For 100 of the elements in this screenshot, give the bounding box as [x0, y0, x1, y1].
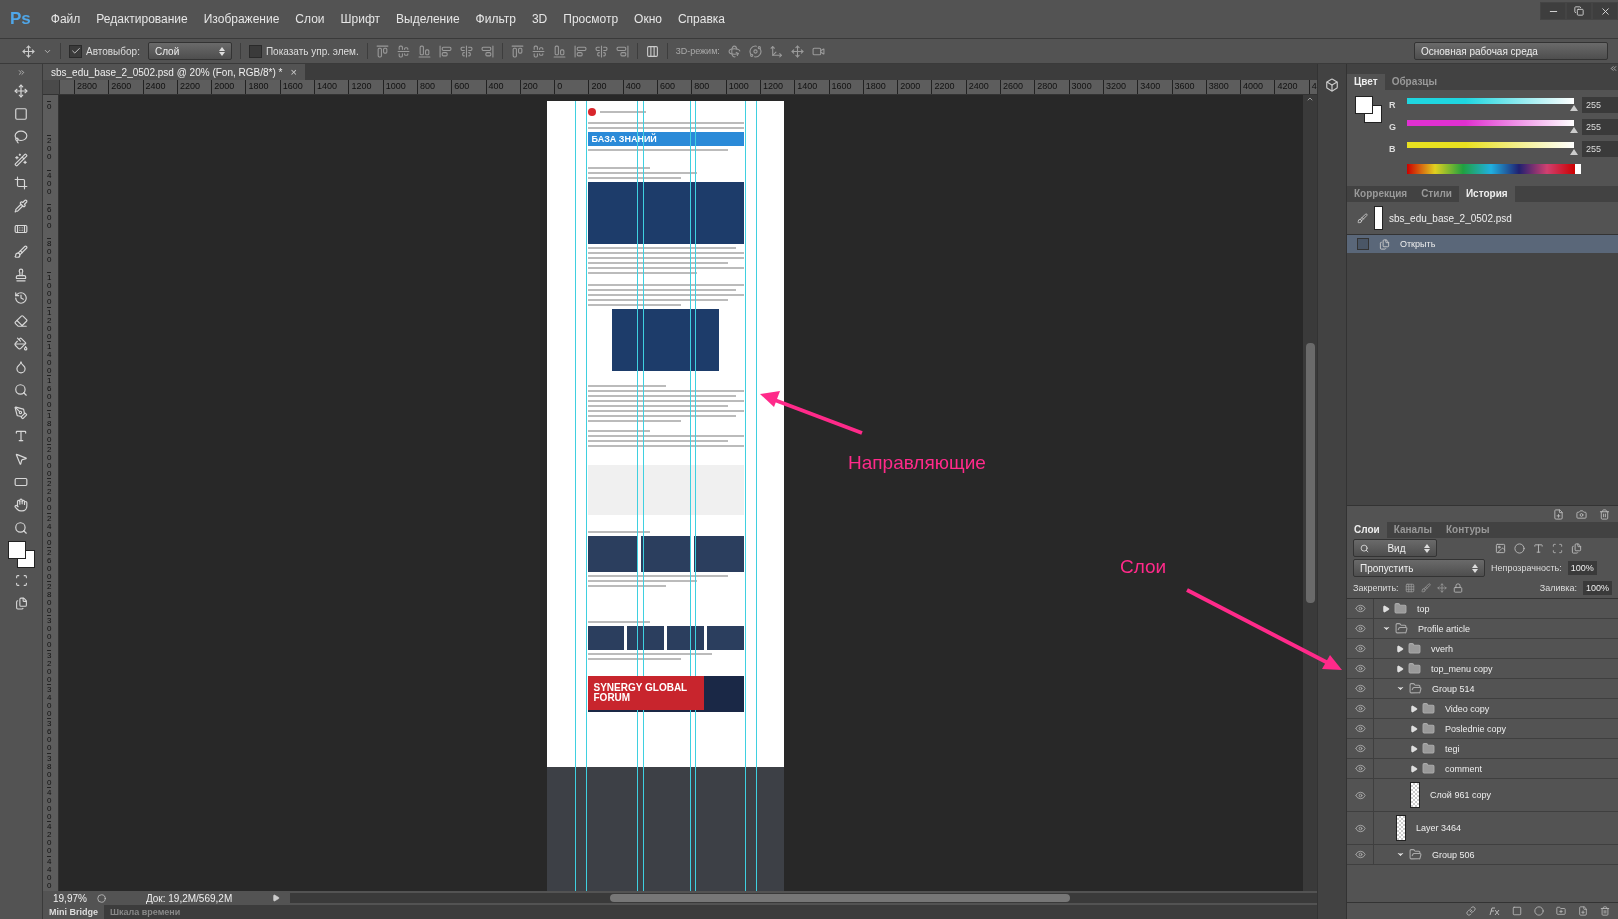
- menu-item[interactable]: Выделение: [388, 12, 468, 26]
- eye-icon[interactable]: [1354, 763, 1366, 774]
- pan-3d-icon[interactable]: [769, 44, 783, 58]
- auto-align-icon[interactable]: [645, 44, 659, 58]
- menu-item[interactable]: Редактирование: [88, 12, 196, 26]
- zoom-level[interactable]: 19,97%: [53, 892, 87, 904]
- eye-icon[interactable]: [1354, 603, 1366, 614]
- close-button[interactable]: [1592, 2, 1618, 20]
- panel-tab[interactable]: Коррекция: [1347, 186, 1415, 202]
- menu-item[interactable]: Справка: [669, 12, 734, 26]
- expand-icon[interactable]: [16, 68, 26, 77]
- value-field[interactable]: 255: [1582, 97, 1618, 113]
- slide-3d-icon[interactable]: [790, 44, 804, 58]
- menu-item[interactable]: Фильтр: [467, 12, 524, 26]
- layer-name[interactable]: Poslednie copy: [1445, 723, 1507, 734]
- eye-icon[interactable]: [1354, 789, 1366, 801]
- eye-icon[interactable]: [1354, 623, 1366, 634]
- eye-icon[interactable]: [1354, 703, 1366, 714]
- link-icon[interactable]: [1466, 906, 1476, 916]
- distribute-top-icon[interactable]: [510, 44, 524, 58]
- align-top-icon[interactable]: [375, 44, 389, 58]
- eye-icon[interactable]: [1354, 849, 1366, 860]
- history-step[interactable]: Открыть: [1347, 235, 1618, 253]
- panel-tab[interactable]: Стили: [1414, 186, 1459, 202]
- layer-name[interactable]: top_menu copy: [1431, 663, 1493, 674]
- value-field[interactable]: 255: [1582, 119, 1618, 135]
- layer-name[interactable]: Video copy: [1445, 703, 1490, 714]
- value-field[interactable]: 255: [1582, 141, 1618, 157]
- color-spectrum[interactable]: [1407, 164, 1581, 174]
- new-group-icon[interactable]: [1556, 906, 1566, 916]
- restore-button[interactable]: [1566, 2, 1592, 20]
- layer-name[interactable]: top: [1417, 603, 1430, 614]
- panel-tab[interactable]: Каналы: [1386, 522, 1439, 538]
- filter-select[interactable]: Вид: [1353, 539, 1437, 557]
- distribute-left-icon[interactable]: [573, 44, 587, 58]
- trash-icon[interactable]: [1599, 508, 1610, 520]
- panel-tab[interactable]: Контуры: [1439, 522, 1497, 538]
- expanded-caret-icon[interactable]: [1382, 624, 1391, 633]
- menu-item[interactable]: Просмотр: [555, 12, 627, 26]
- checkbox[interactable]: [248, 44, 262, 58]
- menu-item[interactable]: 3D: [523, 12, 556, 26]
- lock-icon[interactable]: [1452, 583, 1463, 593]
- eye-icon[interactable]: [1354, 743, 1366, 754]
- collapsed-caret-icon[interactable]: [1410, 704, 1418, 713]
- align-right-icon[interactable]: [480, 44, 494, 58]
- eye-icon[interactable]: [1354, 643, 1366, 654]
- layer-name[interactable]: Group 514: [1432, 683, 1475, 694]
- panel-tab[interactable]: История: [1458, 186, 1515, 202]
- blend-mode-select[interactable]: Пропустить: [1353, 559, 1485, 577]
- move-tool-icon[interactable]: [22, 44, 35, 58]
- opacity-field[interactable]: 100%: [1567, 561, 1597, 575]
- play-icon[interactable]: [272, 894, 281, 902]
- rotate-3d-icon[interactable]: [727, 44, 741, 58]
- align-middle-icon[interactable]: [396, 44, 410, 58]
- mask-icon[interactable]: [1512, 906, 1522, 916]
- fx-icon[interactable]: [1488, 906, 1500, 916]
- smart-object-icon[interactable]: [1571, 542, 1582, 554]
- lock-pixels-icon[interactable]: [1404, 583, 1415, 593]
- panel-tab[interactable]: Образцы: [1384, 74, 1445, 90]
- eye-icon[interactable]: [1354, 822, 1366, 834]
- collapsed-caret-icon[interactable]: [1410, 764, 1418, 773]
- tab-close[interactable]: ×: [290, 66, 297, 78]
- color-swatches[interactable]: [1355, 96, 1381, 122]
- distribute-right-icon[interactable]: [615, 44, 629, 58]
- collapsed-caret-icon[interactable]: [1396, 644, 1404, 653]
- roll-3d-icon[interactable]: [748, 44, 762, 58]
- scrollbar-thumb[interactable]: [610, 894, 1071, 902]
- expanded-caret-icon[interactable]: [1396, 684, 1405, 693]
- panel-tab[interactable]: Mini Bridge: [43, 905, 104, 919]
- type-icon[interactable]: [1533, 542, 1544, 554]
- menu-item[interactable]: Изображение: [195, 12, 288, 26]
- color-swatches[interactable]: [8, 541, 34, 567]
- layer-name[interactable]: Layer 3464: [1416, 823, 1462, 833]
- panel-tab[interactable]: Слои: [1347, 522, 1387, 538]
- layer-name[interactable]: comment: [1445, 763, 1482, 774]
- collapsed-caret-icon[interactable]: [1382, 604, 1390, 613]
- new-layer-icon[interactable]: [1578, 906, 1588, 916]
- snapshot-name[interactable]: sbs_edu_base_2_0502.psd: [1389, 212, 1512, 224]
- layer-name[interactable]: vverh: [1431, 643, 1453, 654]
- shape-icon[interactable]: [1552, 542, 1563, 554]
- align-left-icon[interactable]: [438, 44, 452, 58]
- align-bottom-icon[interactable]: [417, 44, 431, 58]
- collapsed-caret-icon[interactable]: [1410, 724, 1418, 733]
- collapsed-caret-icon[interactable]: [1410, 744, 1418, 753]
- layer-name[interactable]: tegi: [1445, 743, 1460, 754]
- distribute-middle-icon[interactable]: [531, 44, 545, 58]
- target-select[interactable]: Слой: [147, 42, 232, 60]
- distribute-center-icon[interactable]: [594, 44, 608, 58]
- collapse-icon[interactable]: [1609, 64, 1618, 73]
- workspace-select[interactable]: Основная рабочая среда: [1414, 42, 1608, 60]
- lock-position-icon[interactable]: [1436, 583, 1447, 593]
- checkbox[interactable]: [69, 44, 82, 58]
- eye-icon[interactable]: [1354, 663, 1366, 674]
- new-document-icon[interactable]: [1553, 508, 1564, 520]
- distribute-bottom-icon[interactable]: [552, 44, 566, 58]
- menu-item[interactable]: Слои: [287, 12, 333, 26]
- camera-icon[interactable]: [1576, 508, 1587, 520]
- menu-item[interactable]: Файл: [42, 12, 89, 26]
- eye-icon[interactable]: [1354, 723, 1366, 734]
- fill-field[interactable]: 100%: [1582, 581, 1612, 595]
